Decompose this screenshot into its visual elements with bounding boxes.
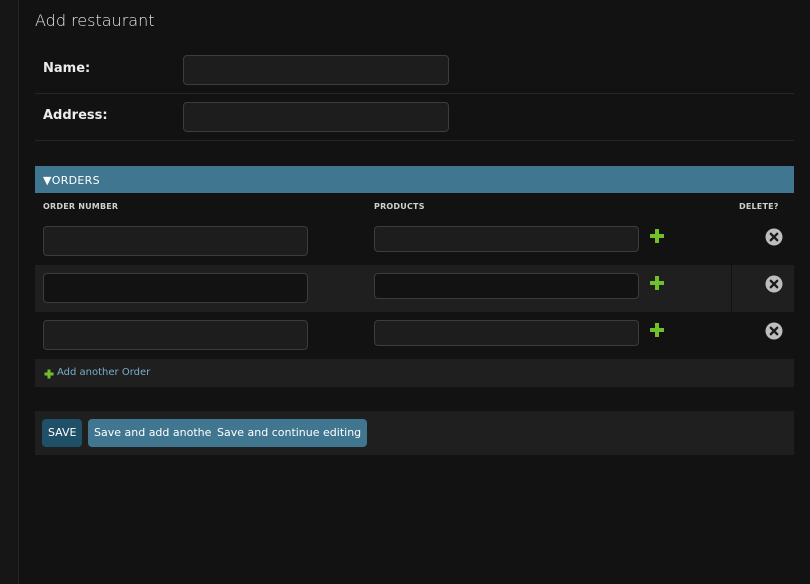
order-row — [35, 265, 794, 312]
left-sidebar-rail — [0, 0, 19, 584]
plus-icon[interactable] — [649, 228, 665, 244]
orders-inline-group: ▼ORDERS ORDER NUMBER PRODUCTS DELETE? Ad… — [35, 166, 794, 387]
order-number-input[interactable] — [43, 273, 308, 303]
products-select[interactable] — [374, 320, 639, 346]
name-row: Name: — [35, 47, 794, 94]
save-button[interactable]: SAVE — [42, 419, 83, 447]
order-number-input[interactable] — [43, 320, 308, 350]
save-and-add-another-button[interactable]: Save and add another — [88, 419, 222, 447]
column-products: PRODUCTS — [374, 202, 425, 211]
address-input[interactable] — [183, 102, 449, 132]
submit-row: SAVE Save and add another Save and conti… — [35, 411, 794, 455]
column-delete: DELETE? — [739, 202, 779, 211]
order-number-input[interactable] — [43, 226, 308, 256]
name-input[interactable] — [183, 55, 449, 85]
name-label: Name: — [43, 61, 91, 76]
orders-column-headers: ORDER NUMBER PRODUCTS DELETE? — [35, 193, 794, 218]
order-row — [35, 312, 794, 359]
products-select[interactable] — [374, 226, 639, 252]
delete-cell — [731, 265, 794, 312]
save-and-continue-button[interactable]: Save and continue editing — [211, 419, 368, 447]
address-row: Address: — [35, 94, 794, 141]
add-another-order[interactable]: Add another Order — [35, 359, 794, 387]
plus-icon[interactable] — [649, 275, 665, 291]
delete-x-icon[interactable] — [765, 228, 783, 246]
page-title: Add restaurant — [35, 11, 155, 30]
add-another-order-link[interactable]: Add another Order — [57, 367, 150, 378]
products-select[interactable] — [374, 273, 639, 299]
plus-icon — [44, 369, 54, 379]
orders-collapse-header[interactable]: ▼ORDERS — [35, 166, 794, 193]
delete-x-icon[interactable] — [765, 275, 783, 293]
column-order-number: ORDER NUMBER — [43, 202, 119, 211]
order-row — [35, 218, 794, 265]
delete-x-icon[interactable] — [765, 322, 783, 340]
plus-icon[interactable] — [649, 322, 665, 338]
address-label: Address: — [43, 108, 108, 123]
